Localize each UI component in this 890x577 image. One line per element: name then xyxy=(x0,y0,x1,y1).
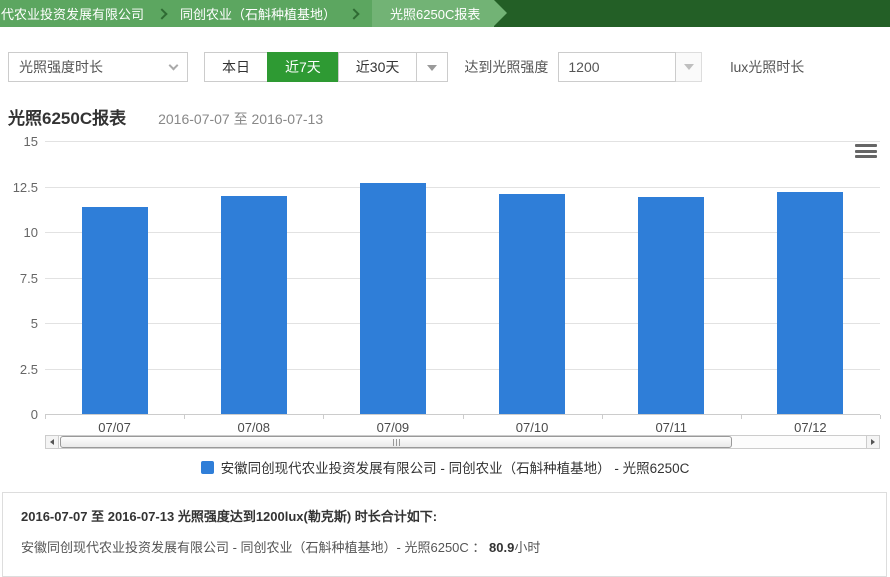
x-axis-tick xyxy=(323,415,324,419)
y-axis-tick-label: 15 xyxy=(0,135,38,148)
chart-bar-07/08 xyxy=(221,196,287,414)
chart-gridline xyxy=(45,187,880,188)
x-axis-tick-label: 07/11 xyxy=(626,421,716,435)
chart-gridline xyxy=(45,232,880,233)
arrow-right-icon xyxy=(871,439,875,445)
y-axis-tick-label: 10 xyxy=(0,226,38,239)
x-axis-tick-label: 07/10 xyxy=(487,421,577,435)
x-axis-tick xyxy=(880,415,881,419)
x-axis-tick xyxy=(602,415,603,419)
summary-total-value: 80.9 xyxy=(489,540,514,555)
x-axis-tick xyxy=(741,415,742,419)
chart-gridline xyxy=(45,369,880,370)
summary-heading: 2016-07-07 至 2016-07-13 光照强度达到1200lux(勒克… xyxy=(21,506,868,525)
x-axis-tick-label: 07/09 xyxy=(348,421,438,435)
chart-gridline xyxy=(45,141,880,142)
summary-series-prefix: 安徽同创现代农业投资发展有限公司 - 同创农业（石斛种植基地）- 光照6250C… xyxy=(21,540,489,555)
y-axis-tick-label: 7.5 xyxy=(0,272,38,285)
legend-series-label: 安徽同创现代农业投资发展有限公司 - 同创农业（石斛种植基地） - 光照6250… xyxy=(221,457,690,477)
y-axis-tick-label: 0 xyxy=(0,408,38,421)
scrollbar-right-arrow[interactable] xyxy=(866,436,879,448)
x-axis-tick xyxy=(184,415,185,419)
chart-bar-07/10 xyxy=(499,194,565,414)
chart-bar-07/09 xyxy=(360,183,426,414)
chart-export-menu-icon[interactable] xyxy=(855,143,877,159)
x-axis-tick-label: 07/07 xyxy=(70,421,160,435)
x-axis-tick xyxy=(45,415,46,419)
chart-gridline xyxy=(45,278,880,279)
chart-legend[interactable]: 安徽同创现代农业投资发展有限公司 - 同创农业（石斛种植基地） - 光照6250… xyxy=(0,458,890,476)
bar-chart: 0 2.5 5 7.5 10 12.5 15 07/07 07/08 07/09 07/10 07/1… xyxy=(0,0,890,490)
summary-panel: 2016-07-07 至 2016-07-13 光照强度达到1200lux(勒克… xyxy=(2,492,887,577)
scrollbar-thumb[interactable] xyxy=(60,436,732,448)
summary-result-line: 安徽同创现代农业投资发展有限公司 - 同创农业（石斛种植基地）- 光照6250C… xyxy=(21,537,868,556)
y-axis-tick-label: 12.5 xyxy=(0,181,38,194)
arrow-left-icon xyxy=(50,439,54,445)
scrollbar-left-arrow[interactable] xyxy=(46,436,59,448)
chart-bar-07/12 xyxy=(777,192,843,414)
x-axis-tick xyxy=(463,415,464,419)
y-axis-tick-label: 2.5 xyxy=(0,363,38,376)
chart-bar-07/11 xyxy=(638,197,704,414)
legend-marker-icon xyxy=(201,461,214,474)
chart-gridline xyxy=(45,323,880,324)
chart-bar-07/07 xyxy=(82,207,148,414)
chart-horizontal-scrollbar[interactable] xyxy=(45,435,880,449)
x-axis-tick-label: 07/08 xyxy=(209,421,299,435)
y-axis-tick-label: 5 xyxy=(0,317,38,330)
summary-unit: 小时 xyxy=(514,540,540,555)
x-axis-tick-label: 07/12 xyxy=(765,421,855,435)
